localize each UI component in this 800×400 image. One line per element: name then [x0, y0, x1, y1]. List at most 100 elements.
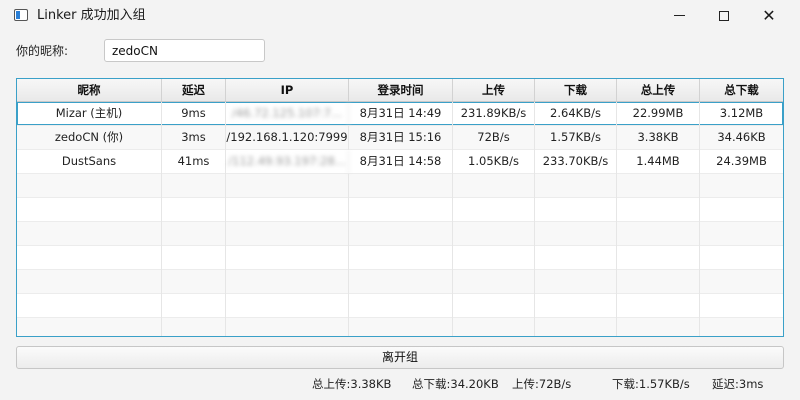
status-download-speed: 下载:1.57KB/s	[612, 377, 690, 391]
empty-cell	[617, 318, 700, 336]
maximize-button[interactable]	[701, 0, 747, 31]
empty-cell	[162, 270, 226, 294]
empty-cell	[349, 222, 453, 246]
empty-cell	[700, 318, 783, 336]
column-header-total-upload[interactable]: 总上传	[617, 79, 700, 101]
empty-cell	[453, 270, 535, 294]
table-header: 昵称 延迟 IP 登录时间 上传 下载 总上传 总下载	[17, 79, 783, 102]
table-body: Mizar (主机) 9ms/46.72.125.107:7... 8月31日 14…	[17, 102, 783, 336]
empty-cell	[162, 222, 226, 246]
cell-latency: 9ms	[162, 102, 226, 126]
close-icon: ✕	[762, 6, 776, 25]
empty-cell	[535, 222, 617, 246]
cell-total-download: 34.46KB	[717, 130, 766, 144]
empty-cell	[617, 246, 700, 270]
empty-cell	[617, 270, 700, 294]
empty-table-row	[17, 246, 783, 270]
cell-total-upload: 1.44MB	[617, 150, 700, 174]
cell-download: 1.57KB/s	[535, 126, 617, 150]
column-header-total-download[interactable]: 总下载	[700, 79, 783, 101]
nickname-label: 你的昵称:	[16, 44, 69, 58]
minimize-icon	[673, 15, 685, 16]
column-header-login-time[interactable]: 登录时间	[349, 79, 453, 101]
nickname-input[interactable]	[104, 39, 265, 62]
column-header-ip[interactable]: IP	[226, 79, 349, 101]
app-window-icon	[14, 9, 28, 21]
empty-cell	[700, 198, 783, 222]
minimize-button[interactable]	[656, 0, 702, 31]
empty-cell	[349, 174, 453, 198]
empty-cell	[162, 198, 226, 222]
cell-upload: 72B/s	[453, 126, 535, 150]
empty-cell	[617, 222, 700, 246]
cell-total-download: 3.12MB	[719, 106, 764, 120]
empty-cell	[617, 174, 700, 198]
column-header-nickname[interactable]: 昵称	[17, 79, 162, 101]
cell-nickname: zedoCN (你)	[17, 126, 162, 150]
empty-cell	[453, 318, 535, 336]
empty-cell	[700, 270, 783, 294]
empty-cell	[453, 294, 535, 318]
empty-cell	[162, 294, 226, 318]
empty-cell	[453, 198, 535, 222]
empty-cell	[349, 294, 453, 318]
empty-cell	[535, 246, 617, 270]
empty-table-row	[17, 270, 783, 294]
empty-cell	[535, 198, 617, 222]
cell-total-upload: 22.99MB	[617, 102, 700, 126]
empty-cell	[700, 174, 783, 198]
title-bar[interactable]: Linker 成功加入组 ✕	[0, 0, 800, 31]
empty-cell	[349, 246, 453, 270]
empty-cell	[226, 198, 349, 222]
empty-cell	[535, 318, 617, 336]
cell-total-download: 24.39MB	[716, 154, 767, 168]
empty-cell	[226, 270, 349, 294]
empty-table-row	[17, 174, 783, 198]
column-header-download[interactable]: 下载	[535, 79, 617, 101]
empty-cell	[700, 294, 783, 318]
column-header-latency[interactable]: 延迟	[162, 79, 226, 101]
empty-cell	[17, 198, 162, 222]
column-header-upload[interactable]: 上传	[453, 79, 535, 101]
empty-cell	[617, 294, 700, 318]
status-latency: 延迟:3ms	[712, 377, 764, 391]
empty-cell	[17, 246, 162, 270]
leave-group-button[interactable]: 离开组	[16, 346, 784, 369]
cell-login-time: 8月31日 14:49	[349, 102, 453, 126]
empty-cell	[17, 174, 162, 198]
members-table[interactable]: 昵称 延迟 IP 登录时间 上传 下载 总上传 总下载 Mizar (主机) 9m…	[16, 78, 784, 337]
empty-cell	[17, 318, 162, 336]
empty-cell	[535, 174, 617, 198]
empty-cell	[453, 246, 535, 270]
empty-cell	[226, 246, 349, 270]
cell-login-time: 8月31日 14:58	[349, 150, 453, 174]
table-row[interactable]: zedoCN (你) 3ms/192.168.1.120:7999 8月31日 15…	[17, 126, 783, 150]
status-total-download: 总下载:34.20KB	[412, 377, 499, 391]
empty-cell	[453, 222, 535, 246]
empty-cell	[617, 198, 700, 222]
empty-cell	[349, 318, 453, 336]
empty-table-row	[17, 198, 783, 222]
empty-cell	[349, 198, 453, 222]
cell-ip: /46.72.125.107:7...	[226, 102, 349, 126]
table-row[interactable]: Mizar (主机) 9ms/46.72.125.107:7... 8月31日 14…	[17, 102, 783, 126]
cell-upload: 231.89KB/s	[453, 102, 535, 126]
empty-cell	[226, 318, 349, 336]
empty-cell	[17, 270, 162, 294]
table-row[interactable]: DustSans 41ms/112.49.93.197:28... 8月31日 14…	[17, 150, 783, 174]
status-upload-speed: 上传:72B/s	[512, 377, 572, 391]
empty-cell	[226, 222, 349, 246]
empty-cell	[226, 174, 349, 198]
empty-cell	[226, 294, 349, 318]
empty-cell	[162, 246, 226, 270]
empty-cell	[535, 270, 617, 294]
cell-nickname: Mizar (主机)	[17, 102, 162, 126]
cell-total-upload: 3.38KB	[617, 126, 700, 150]
empty-cell	[535, 294, 617, 318]
cell-download: 2.64KB/s	[535, 102, 617, 126]
empty-cell	[162, 174, 226, 198]
close-button[interactable]: ✕	[746, 0, 792, 31]
cell-latency: 41ms	[162, 150, 226, 174]
cell-latency: 3ms	[162, 126, 226, 150]
status-total-upload: 总上传:3.38KB	[312, 377, 392, 391]
